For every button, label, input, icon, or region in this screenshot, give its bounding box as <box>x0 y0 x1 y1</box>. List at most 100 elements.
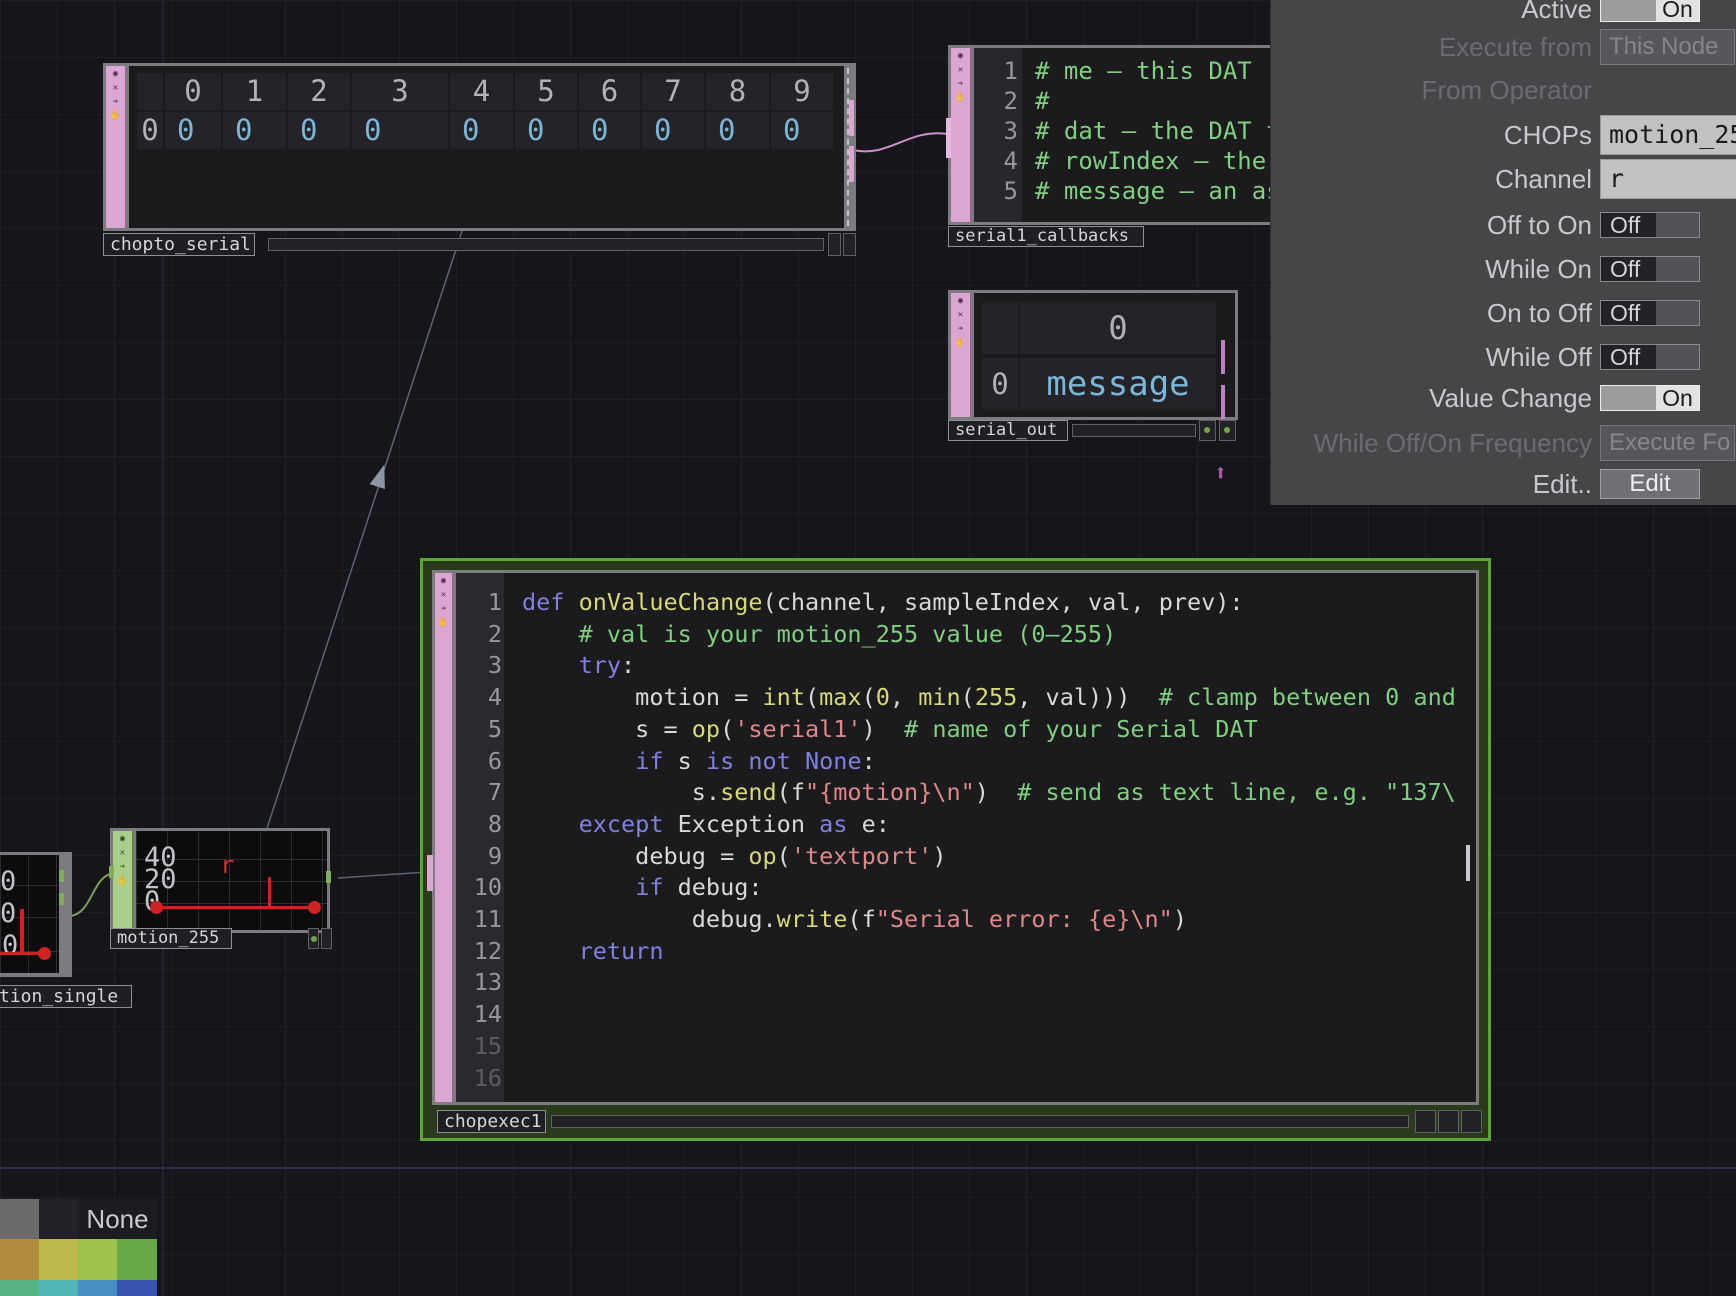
palette-swatch[interactable] <box>39 1239 78 1280</box>
table-header-cell[interactable]: 0 <box>1020 302 1216 354</box>
code-token <box>522 651 579 679</box>
table-cell[interactable]: 0 <box>706 112 769 149</box>
node-chopexec1[interactable]: ◉✕➔✋ 1def onValueChange(channel, sampleI… <box>432 570 1479 1105</box>
node-name-label[interactable]: serial_out <box>948 420 1068 441</box>
table-cell[interactable]: 0 <box>352 112 448 149</box>
node-flag[interactable] <box>1219 420 1236 441</box>
input-connector[interactable] <box>109 866 114 878</box>
node-name-label[interactable]: motion_255 <box>110 928 232 949</box>
scrollbar-thumb[interactable] <box>1466 845 1470 881</box>
node-serial-out[interactable]: ◉✕➔✋ 0 0 message <box>948 290 1238 420</box>
table-header-cell[interactable]: 7 <box>642 73 704 110</box>
output-connector[interactable] <box>59 893 64 905</box>
table-corner-cell <box>137 73 163 110</box>
table-header-cell[interactable]: 9 <box>771 73 833 110</box>
export-icon: ➔ <box>120 862 125 872</box>
palette-swatch[interactable] <box>39 1199 78 1239</box>
table-cell[interactable]: 0 <box>223 112 286 149</box>
node-flag[interactable] <box>1199 420 1216 441</box>
output-connector[interactable] <box>59 870 64 882</box>
table-header-cell[interactable]: 4 <box>450 73 513 110</box>
viewer-scrollbar[interactable] <box>1072 424 1196 437</box>
palette-swatch[interactable] <box>78 1239 117 1280</box>
node-sidebar[interactable]: ◉✕➔✋ <box>113 831 133 930</box>
param-toggle-value-change[interactable]: On <box>1600 385 1700 411</box>
input-connector[interactable] <box>427 855 433 891</box>
edit-button[interactable]: Edit <box>1600 469 1700 499</box>
node-flag[interactable] <box>843 233 856 256</box>
palette-swatch[interactable] <box>39 1280 78 1296</box>
param-label: Value Change <box>1271 383 1592 413</box>
code-text: s = op('serial1') # name of your Serial … <box>511 714 1258 746</box>
param-toggle-while-on[interactable]: Off <box>1600 256 1700 282</box>
node-name-label[interactable]: tion_single <box>0 985 132 1008</box>
node-name-label[interactable]: chopto_serial <box>103 233 255 256</box>
node-name-label[interactable]: serial1_callbacks <box>948 226 1144 247</box>
table-cell[interactable]: message <box>1020 358 1216 410</box>
table-header-cell[interactable]: 0 <box>165 73 221 110</box>
output-connector[interactable] <box>1221 385 1225 419</box>
output-connector[interactable] <box>1221 340 1225 374</box>
table-header-cell[interactable]: 3 <box>352 73 448 110</box>
table-header-cell[interactable]: 8 <box>706 73 769 110</box>
line-number: 10 <box>456 872 511 904</box>
code-line: 1# me — this DAT <box>974 56 1275 86</box>
palette-swatch[interactable] <box>78 1280 117 1296</box>
node-motion-255[interactable]: ◉✕➔✋ 40200 r <box>110 828 330 933</box>
param-field-chops[interactable]: motion_255 <box>1600 115 1736 155</box>
palette-swatch[interactable] <box>117 1280 157 1296</box>
output-connector[interactable] <box>849 100 854 136</box>
node-chopexec1-selection-frame[interactable]: ◉✕➔✋ 1def onValueChange(channel, sampleI… <box>420 558 1491 1141</box>
viewer-scrollbar[interactable] <box>551 1115 1409 1128</box>
param-toggle-off-to-on[interactable]: Off <box>1600 212 1700 238</box>
table-header-cell[interactable]: 6 <box>579 73 640 110</box>
dock-arrow-icon[interactable]: ⬆ <box>1214 462 1227 486</box>
viewer-scrollbar[interactable] <box>268 238 824 251</box>
node-serial1-callbacks[interactable]: ◉✕➔✋ 1# me — this DAT2#3# dat — the DAT … <box>948 45 1278 225</box>
palette-swatch[interactable] <box>0 1239 39 1280</box>
table-header-cell[interactable]: 1 <box>223 73 286 110</box>
table-header-cell[interactable]: 2 <box>288 73 350 110</box>
network-editor-canvas[interactable]: ◉✕➔✋ 012345678900000000000 chopto_serial… <box>0 0 1736 1296</box>
node-name-label[interactable]: chopexec1 <box>437 1110 546 1133</box>
param-toggle-on-to-off[interactable]: Off <box>1600 300 1700 326</box>
node-sidebar[interactable]: ◉✕➔✋ <box>951 48 971 222</box>
node-flag[interactable] <box>308 928 319 949</box>
code-token: send <box>720 778 777 806</box>
output-connector[interactable] <box>849 146 854 182</box>
table-cell[interactable]: 0 <box>771 112 833 149</box>
node-flag[interactable] <box>1461 1110 1482 1133</box>
table-cell[interactable]: 0 <box>165 112 221 149</box>
node-flag[interactable] <box>1438 1110 1459 1133</box>
line-number: 3 <box>974 116 1025 146</box>
node-chopto-serial[interactable]: ◉✕➔✋ 012345678900000000000 <box>103 63 856 231</box>
node-sidebar[interactable]: ◉✕➔✋ <box>435 573 453 1102</box>
table-cell[interactable]: 0 <box>515 112 577 149</box>
node-sidebar[interactable]: ◉✕➔✋ <box>951 293 971 417</box>
palette-none-button[interactable]: None <box>78 1199 157 1239</box>
code-line: 12 return <box>456 936 1472 968</box>
output-connector[interactable] <box>326 871 331 883</box>
table-header-cell[interactable]: 5 <box>515 73 577 110</box>
table-row-label[interactable]: 0 <box>982 358 1018 410</box>
palette-swatch[interactable] <box>0 1280 39 1296</box>
viewer-icon: ◉ <box>120 834 125 844</box>
table-cell[interactable]: 0 <box>642 112 704 149</box>
code-line: 7 s.send(f"{motion}\n") # send as text l… <box>456 777 1472 809</box>
bypass-icon: ✕ <box>120 848 125 858</box>
node-flag[interactable] <box>828 233 841 256</box>
param-toggle-active[interactable]: On <box>1600 0 1700 22</box>
parameter-panel[interactable]: ActiveOnExecute fromThis NodeFrom Operat… <box>1270 0 1736 505</box>
palette-swatch[interactable] <box>0 1199 39 1239</box>
node-sidebar[interactable]: ◉✕➔✋ <box>106 66 126 228</box>
input-connector[interactable] <box>946 118 951 158</box>
param-toggle-while-off[interactable]: Off <box>1600 344 1700 370</box>
table-cell[interactable]: 0 <box>579 112 640 149</box>
node-flag[interactable] <box>321 928 332 949</box>
node-flag[interactable] <box>1415 1110 1436 1133</box>
param-field-channel[interactable]: r <box>1600 159 1736 199</box>
drag-icon: ✋ <box>110 111 121 121</box>
table-cell[interactable]: 0 <box>288 112 350 149</box>
palette-swatch[interactable] <box>117 1239 157 1280</box>
table-cell[interactable]: 0 <box>450 112 513 149</box>
